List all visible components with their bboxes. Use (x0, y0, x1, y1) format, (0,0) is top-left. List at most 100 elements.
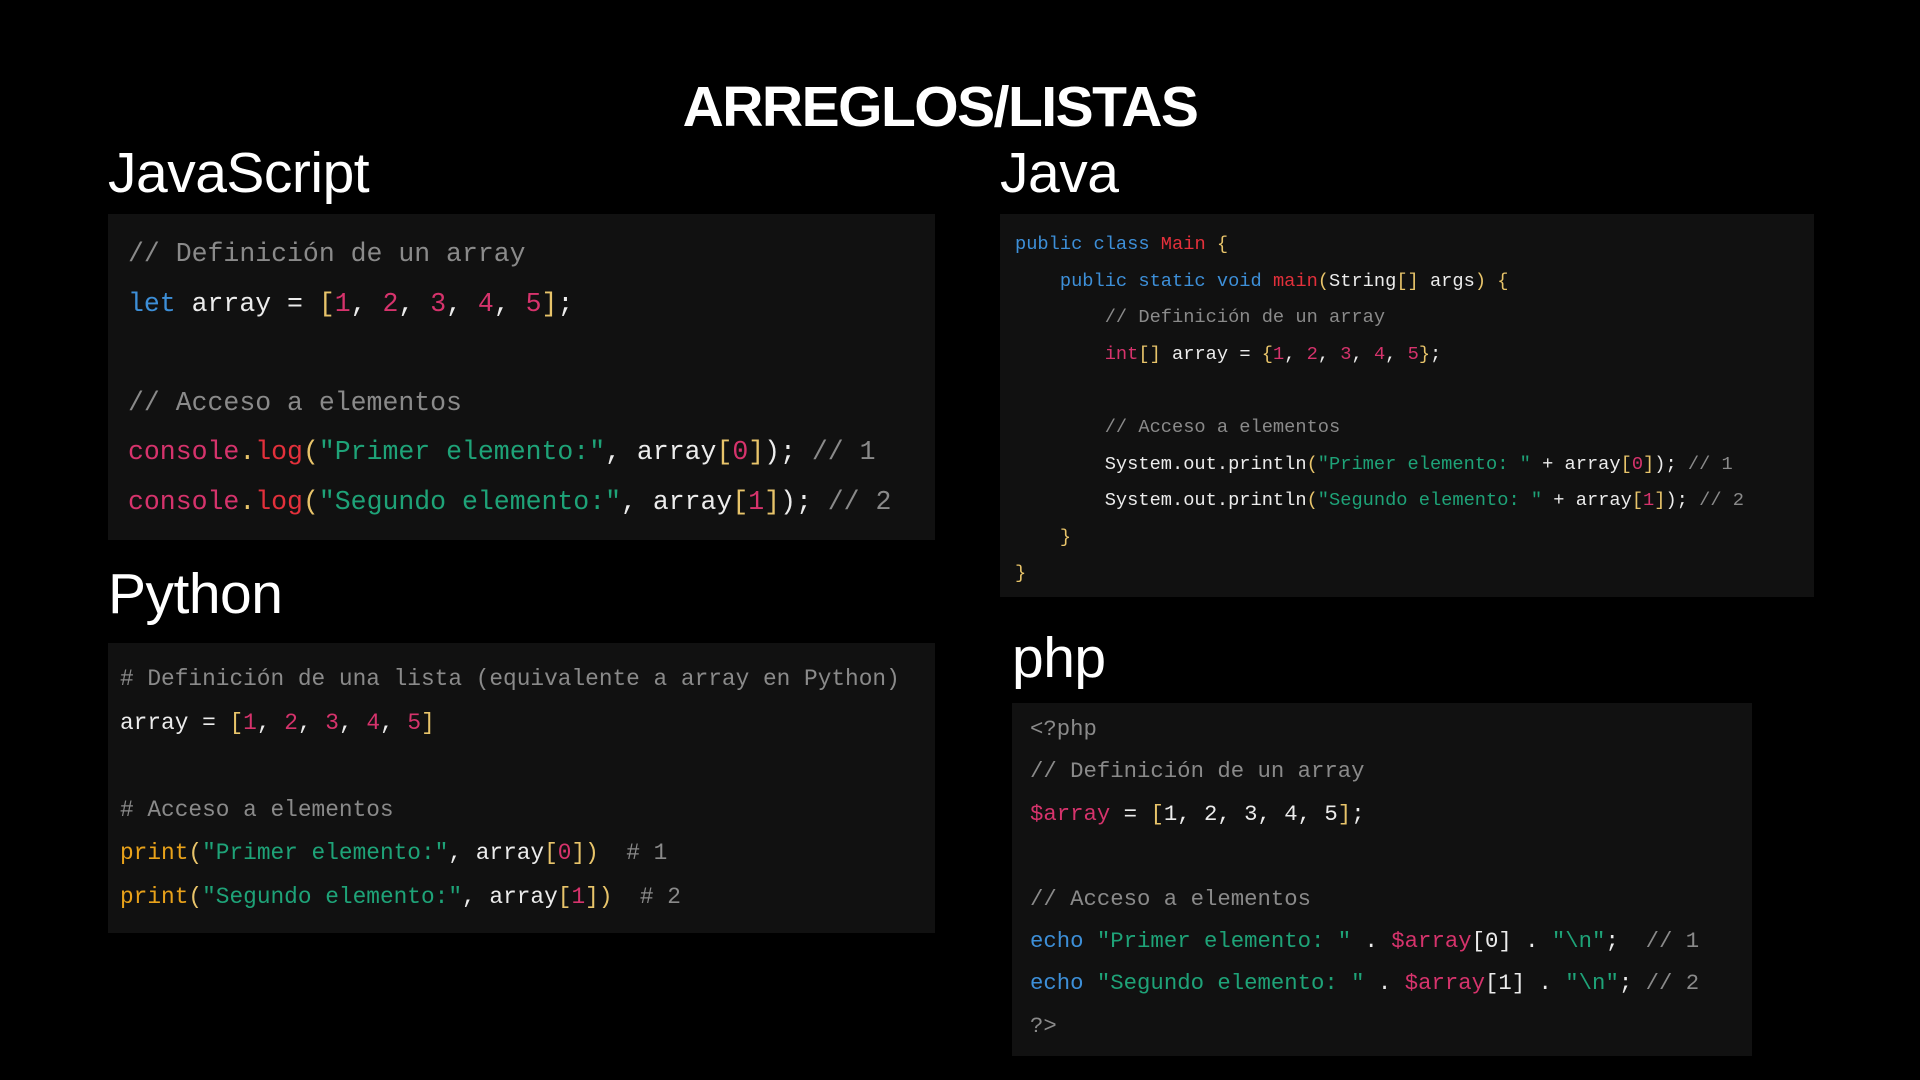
code-token: [] (1396, 269, 1419, 292)
code-token: . (239, 486, 256, 517)
code-token: . (1525, 970, 1566, 997)
python-heading: Python (108, 562, 283, 626)
code-token: ( (302, 486, 319, 517)
code-token: array = (120, 709, 230, 736)
javascript-code-box: // Definición de un array let array = [1,… (108, 214, 935, 540)
code-token: 0 (557, 840, 572, 867)
code-line: echo "Primer elemento: " . $array[0] . "… (1030, 920, 1699, 962)
code-token: [ (318, 288, 335, 319)
code-token: // Acceso a elementos (1030, 885, 1311, 912)
code-token: print (120, 840, 189, 867)
code-token: 0 (1631, 452, 1644, 475)
code-token: ; (557, 288, 574, 319)
code-token: [ (229, 709, 244, 736)
code-token: // 2 (1687, 489, 1744, 512)
php-code: <?php // Definición de un array $array = [… (1030, 708, 1699, 1047)
code-token: main (1272, 269, 1318, 292)
code-line: // Definición de un array (1015, 299, 1744, 336)
code-line: int[] array = {1, 2, 3, 4, 5}; (1015, 336, 1744, 373)
code-token: ; (1351, 800, 1365, 827)
code-token: 5 (1407, 342, 1419, 365)
code-line: public static void main(String[] args) { (1015, 263, 1744, 300)
code-token: public class (1015, 233, 1161, 255)
code-token: ] (585, 883, 599, 910)
code-line: # Definición de una lista (equivalente a… (120, 658, 900, 702)
code-token: "Primer elemento: " (1317, 452, 1531, 475)
code-token: 1 (571, 883, 586, 910)
javascript-code: // Definición de un array let array = [1,… (128, 230, 891, 527)
code-token: { (1205, 233, 1229, 255)
code-token: // 1 (1618, 928, 1700, 955)
code-token: ) (585, 840, 599, 867)
code-token: ); (1665, 489, 1688, 512)
code-token: . (1364, 970, 1405, 997)
code-token: ] (571, 840, 586, 867)
code-token: , (446, 288, 478, 319)
code-line: echo "Segundo elemento: " . $array[1] . … (1030, 962, 1699, 1004)
code-token: ); (780, 486, 812, 517)
code-token: ( (1306, 489, 1318, 512)
code-token: ); (764, 437, 796, 467)
code-token: "\n" (1551, 928, 1606, 955)
code-token: [ (557, 883, 572, 910)
code-token: array = (175, 288, 319, 319)
code-token: // 1 (1676, 452, 1733, 475)
code-token: ] (1654, 489, 1666, 512)
code-token: 3 (430, 288, 447, 319)
javascript-heading: JavaScript (108, 141, 370, 205)
code-token: console (128, 437, 240, 467)
code-token: , array (448, 840, 545, 867)
code-line: print("Primer elemento:", array[0]) # 1 (120, 832, 900, 876)
code-token: String (1329, 269, 1397, 292)
java-code-box: public class Main { public static void m… (1000, 214, 1814, 597)
code-token: "Segundo elemento: " (1317, 489, 1543, 512)
code-token: [ (716, 437, 733, 467)
code-token: } (1418, 342, 1431, 365)
code-line: # Acceso a elementos (120, 789, 900, 833)
code-token: } (1015, 562, 1027, 585)
code-token: . (1351, 928, 1392, 955)
code-token: , (380, 709, 408, 736)
code-token: ( (188, 883, 203, 910)
code-line: $array = [1, 2, 3, 4, 5]; (1030, 793, 1699, 835)
code-token: <?php (1030, 716, 1097, 742)
code-token: , (398, 288, 431, 319)
code-token: "Segundo elemento:" (202, 883, 463, 910)
code-token: 2 (1306, 342, 1318, 365)
code-line: console.log("Primer elemento:", array[0]… (128, 428, 891, 478)
code-token: // Definición de un array (1030, 758, 1365, 785)
code-token: int (1104, 342, 1139, 365)
code-line: // Definición de un array (1030, 750, 1699, 792)
code-token: ); (1654, 452, 1677, 475)
code-token: 3 (325, 709, 339, 736)
code-token: ?> (1030, 1012, 1057, 1039)
page-title: ARREGLOS/LISTAS (682, 75, 1199, 139)
code-token: , (338, 709, 367, 736)
code-token: # 1 (598, 840, 668, 867)
code-token: let (128, 288, 176, 319)
code-token: , array (605, 437, 717, 467)
code-line: } (1015, 519, 1744, 556)
code-token: , array (462, 883, 558, 910)
code-token: [] (1138, 342, 1161, 365)
php-heading: php (1012, 626, 1106, 690)
code-token: ] (1337, 800, 1352, 827)
code-token: [ (1631, 489, 1644, 512)
code-token: [ (1620, 452, 1632, 475)
code-token: ] (748, 437, 765, 467)
code-token: , (493, 288, 526, 319)
code-token: 1 (243, 709, 257, 736)
code-token: "Segundo elemento:" (318, 486, 622, 517)
code-token: [ (732, 486, 749, 517)
code-token: 4 (366, 709, 381, 736)
code-token: System.out.println (1015, 452, 1307, 475)
code-token: , array (621, 486, 733, 517)
code-token: $array (1391, 928, 1472, 955)
code-token: ( (1306, 452, 1318, 475)
code-token: } (1015, 525, 1072, 548)
code-token: , (1284, 342, 1307, 365)
python-code: # Definición de una lista (equivalente a… (120, 658, 900, 920)
